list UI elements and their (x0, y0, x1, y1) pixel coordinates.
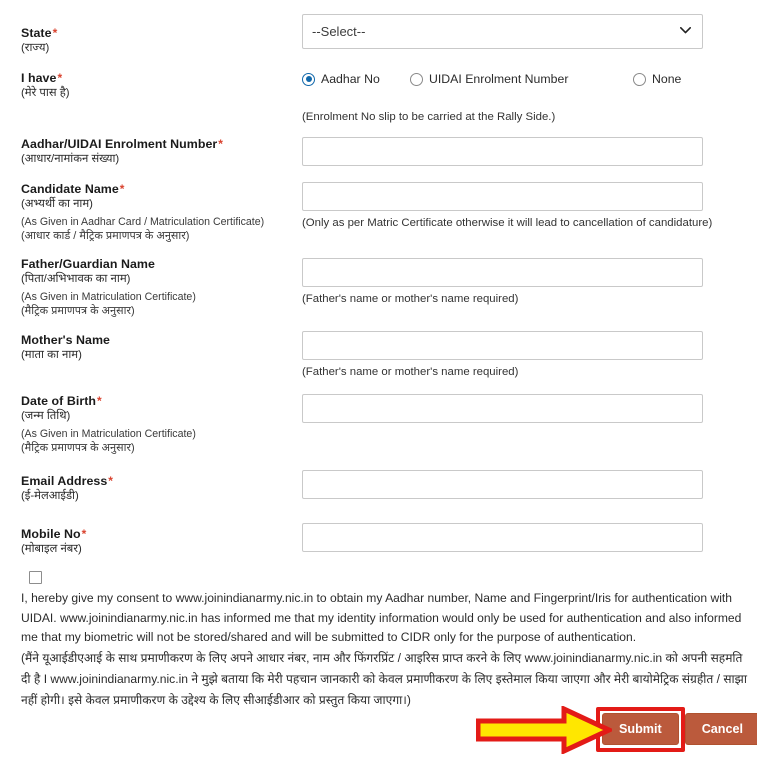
label-email-hi: (ई-मेलआईडी) (21, 490, 79, 502)
label-father-name-sub-hi: (मैट्रिक प्रमाणपत्र के अनुसार) (21, 305, 135, 317)
date-of-birth-input[interactable] (302, 394, 703, 423)
required-asterisk: * (108, 474, 114, 488)
email-input[interactable] (302, 470, 703, 499)
radio-indicator-uidai[interactable] (410, 72, 423, 86)
state-select[interactable]: --Select-- (302, 14, 703, 49)
label-mobile-hi: (मोबाइल नंबर) (21, 543, 82, 555)
control-mobile (302, 523, 704, 552)
radio-none[interactable]: None (633, 72, 681, 86)
radio-group-i-have: Aadhar No UIDAI Enrolment Number None (302, 72, 704, 89)
hint-candidate-name: (Only as per Matric Certificate otherwis… (302, 217, 713, 229)
label-date-of-birth-sub-hi: (मैट्रिक प्रमाणपत्र के अनुसार) (21, 442, 135, 454)
control-state: --Select-- (302, 14, 704, 49)
label-email-text: Email Address* (21, 474, 296, 489)
label-candidate-name-text: Candidate Name* (21, 182, 296, 197)
label-date-of-birth-hi: (जन्म तिथि) (21, 410, 71, 422)
submit-button[interactable]: Submit (602, 713, 679, 745)
control-candidate-name: (Only as per Matric Certificate otherwis… (302, 182, 713, 231)
control-aadhar-number (302, 137, 704, 166)
label-father-name-text: Father/Guardian Name (21, 257, 296, 272)
label-candidate-name: Candidate Name* (अभ्यर्थी का नाम) (As Gi… (21, 182, 296, 244)
registration-form: State* (राज्य) --Select-- I have* (मेरे … (0, 0, 757, 778)
aadhar-number-input[interactable] (302, 137, 703, 166)
form-action-bar: Submit Cancel (602, 713, 757, 745)
label-state-text: State* (21, 26, 296, 41)
label-mother-name-text: Mother's Name (21, 333, 296, 348)
label-i-have-hi: (मेरे पास है) (21, 87, 70, 99)
required-asterisk: * (81, 527, 87, 541)
radio-label-none: None (652, 72, 682, 86)
candidate-name-input[interactable] (302, 182, 703, 211)
cancel-button[interactable]: Cancel (684, 713, 757, 745)
right-arrow-annotation-icon (476, 706, 612, 754)
label-aadhar-number-text: Aadhar/UIDAI Enrolment Number* (21, 137, 296, 152)
label-date-of-birth-sub-en: (As Given in Matriculation Certificate) (21, 428, 196, 440)
required-asterisk: * (52, 26, 58, 40)
label-aadhar-number-en: Aadhar/UIDAI Enrolment Number (21, 137, 218, 151)
label-mobile-en: Mobile No (21, 527, 81, 541)
hint-enrolment-slip: (Enrolment No slip to be carried at the … (302, 111, 556, 123)
label-father-name: Father/Guardian Name (पिता/अभिभावक का ना… (21, 257, 296, 319)
hint-father-name: (Father's name or mother's name required… (302, 293, 519, 305)
label-mobile: Mobile No* (मोबाइल नंबर) (21, 527, 296, 557)
father-name-input[interactable] (302, 258, 703, 287)
consent-block: I, hereby give my consent to www.joinind… (21, 571, 751, 711)
radio-indicator-none[interactable] (633, 72, 646, 86)
label-mobile-text: Mobile No* (21, 527, 296, 542)
consent-text-en: I, hereby give my consent to www.joinind… (21, 591, 742, 644)
hint-mother-name: (Father's name or mother's name required… (302, 366, 519, 378)
control-email (302, 470, 704, 499)
label-father-name-hi: (पिता/अभिभावक का नाम) (21, 273, 131, 285)
radio-indicator-aadhar-no[interactable] (302, 72, 315, 86)
label-email-en: Email Address (21, 474, 108, 488)
consent-checkbox[interactable] (29, 571, 42, 584)
mobile-number-input[interactable] (302, 523, 703, 552)
control-father-name: (Father's name or mother's name required… (302, 258, 704, 307)
label-state-hi: (राज्य) (21, 42, 50, 54)
label-date-of-birth-text: Date of Birth* (21, 394, 296, 409)
consent-text-hi: (मैंने यूआईडीएआई के साथ प्रमाणीकरण के लि… (21, 650, 747, 707)
label-candidate-name-sub-en: (As Given in Aadhar Card / Matriculation… (21, 216, 265, 228)
label-candidate-name-sub-hi: (आधार कार्ड / मैट्रिक प्रमाणपत्र के अनुस… (21, 230, 190, 242)
label-email: Email Address* (ई-मेलआईडी) (21, 474, 296, 504)
state-select-wrap: --Select-- (302, 14, 703, 49)
label-date-of-birth: Date of Birth* (जन्म तिथि) (As Given in … (21, 394, 296, 456)
required-asterisk: * (97, 394, 102, 408)
required-asterisk: * (218, 137, 224, 151)
label-i-have-text: I have* (21, 71, 296, 86)
label-aadhar-number-hi: (आधार/नामांकन संख्या) (21, 153, 120, 165)
label-mother-name-en: Mother's Name (21, 333, 110, 347)
label-date-of-birth-en: Date of Birth (21, 394, 96, 408)
required-asterisk: * (57, 71, 63, 85)
label-aadhar-number: Aadhar/UIDAI Enrolment Number* (आधार/नाम… (21, 137, 296, 167)
radio-aadhar-no[interactable]: Aadhar No (302, 72, 380, 86)
label-state: State* (राज्य) (21, 26, 296, 56)
label-state-en: State (21, 26, 52, 40)
control-date-of-birth (302, 394, 704, 423)
label-father-name-en: Father/Guardian Name (21, 257, 155, 271)
radio-label-uidai: UIDAI Enrolment Number (429, 72, 569, 86)
radio-uidai-enrolment-number[interactable]: UIDAI Enrolment Number (410, 72, 568, 86)
page-bottom-spacer (0, 766, 757, 778)
radio-label-aadhar-no: Aadhar No (321, 72, 380, 86)
label-candidate-name-en: Candidate Name (21, 182, 119, 196)
control-i-have: Aadhar No UIDAI Enrolment Number None (E… (302, 72, 704, 125)
label-mother-name: Mother's Name (माता का नाम) (21, 333, 296, 363)
label-candidate-name-hi: (अभ्यर्थी का नाम) (21, 198, 93, 210)
control-mother-name: (Father's name or mother's name required… (302, 331, 704, 380)
label-mother-name-hi: (माता का नाम) (21, 349, 82, 361)
label-i-have: I have* (मेरे पास है) (21, 71, 296, 101)
mother-name-input[interactable] (302, 331, 703, 360)
label-father-name-sub-en: (As Given in Matriculation Certificate) (21, 291, 196, 303)
label-i-have-en: I have (21, 71, 57, 85)
required-asterisk: * (119, 182, 125, 196)
